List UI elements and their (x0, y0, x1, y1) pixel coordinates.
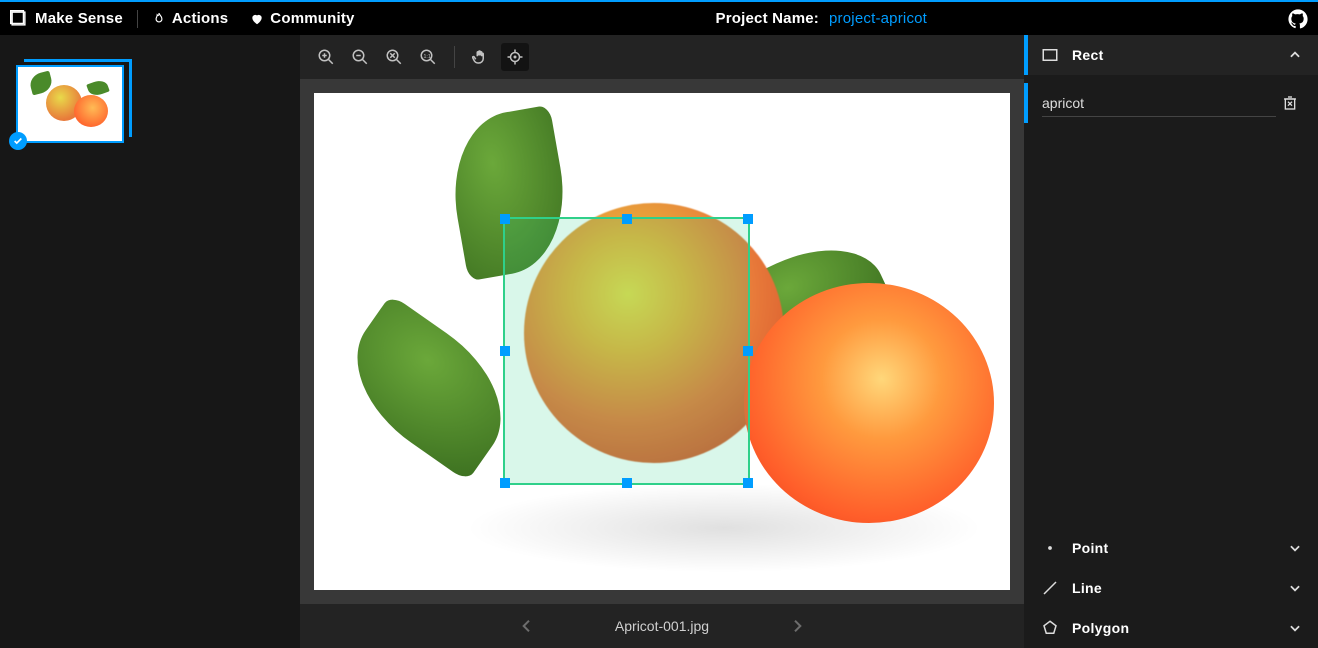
chevron-down-icon (1288, 621, 1302, 635)
menu-community[interactable]: Community (250, 10, 354, 27)
canvas-toolbar: 1:1 (300, 35, 1024, 79)
prev-image-button[interactable] (519, 618, 535, 634)
thumbnail-preview (22, 71, 118, 137)
pan-button[interactable] (467, 43, 495, 71)
next-image-button[interactable] (789, 618, 805, 634)
image-nav-bar: Apricot-001.jpg (300, 604, 1024, 648)
tool-line-label: Line (1072, 580, 1288, 596)
resize-handle-tr[interactable] (743, 214, 753, 224)
line-icon (1028, 579, 1072, 597)
annotation-rect[interactable] (503, 217, 750, 485)
topbar: Make Sense Actions Community Project Nam… (0, 2, 1318, 35)
tool-rect[interactable]: Rect (1024, 35, 1318, 75)
heart-icon (250, 12, 264, 26)
tool-point-label: Point (1072, 540, 1288, 556)
thumbnail-0[interactable] (16, 65, 124, 143)
zoom-in-button[interactable] (312, 43, 340, 71)
menu-actions-label: Actions (172, 10, 228, 27)
tool-point[interactable]: Point (1024, 528, 1318, 568)
label-item[interactable]: apricot (1024, 83, 1304, 123)
resize-handle-bm[interactable] (622, 478, 632, 488)
label-item-name: apricot (1042, 89, 1276, 117)
thumbnail-sidebar (0, 35, 300, 648)
image-fruit (744, 283, 994, 523)
canvas-area (300, 79, 1024, 604)
point-icon (1028, 539, 1072, 557)
brand-label: Make Sense (35, 10, 123, 27)
image-leaf (328, 294, 530, 482)
tool-polygon[interactable]: Polygon (1024, 608, 1318, 648)
polygon-icon (1028, 619, 1072, 637)
current-filename: Apricot-001.jpg (615, 618, 709, 634)
editor-column: 1:1 (300, 35, 1024, 648)
resize-handle-mr[interactable] (743, 346, 753, 356)
labels-panel: Rect apricot Point Line Polygon (1024, 35, 1318, 648)
flame-icon (152, 12, 166, 26)
checked-badge-icon (9, 132, 27, 150)
cursor-button[interactable] (501, 43, 529, 71)
rect-tool-icon (10, 10, 27, 27)
toolbar-separator (454, 46, 455, 68)
resize-handle-tm[interactable] (622, 214, 632, 224)
zoom-actual-button[interactable]: 1:1 (414, 43, 442, 71)
zoom-out-button[interactable] (346, 43, 374, 71)
resize-handle-bl[interactable] (500, 478, 510, 488)
resize-handle-tl[interactable] (500, 214, 510, 224)
chevron-down-icon (1288, 541, 1302, 555)
divider (137, 10, 138, 28)
label-list: apricot (1024, 75, 1318, 528)
tool-line[interactable]: Line (1024, 568, 1318, 608)
svg-text:1:1: 1:1 (424, 54, 431, 60)
menu-community-label: Community (270, 10, 354, 27)
delete-label-button[interactable] (1276, 95, 1304, 111)
top-menu: Actions Community (152, 10, 355, 27)
main: 1:1 (0, 35, 1318, 648)
menu-actions[interactable]: Actions (152, 10, 228, 27)
brand[interactable]: Make Sense (10, 10, 123, 27)
zoom-fit-button[interactable] (380, 43, 408, 71)
thumbnail-wrap (16, 65, 126, 143)
resize-handle-ml[interactable] (500, 346, 510, 356)
chevron-down-icon (1288, 581, 1302, 595)
resize-handle-br[interactable] (743, 478, 753, 488)
canvas[interactable] (314, 93, 1010, 590)
tool-rect-label: Rect (1072, 47, 1288, 63)
project-name-label: Project Name: (716, 10, 819, 27)
rect-icon (1028, 46, 1072, 64)
project-name-display: Project Name: project-apricot (355, 10, 1288, 27)
github-link[interactable] (1288, 9, 1308, 29)
project-name-value[interactable]: project-apricot (829, 10, 927, 27)
chevron-up-icon (1288, 48, 1302, 62)
tool-polygon-label: Polygon (1072, 620, 1288, 636)
